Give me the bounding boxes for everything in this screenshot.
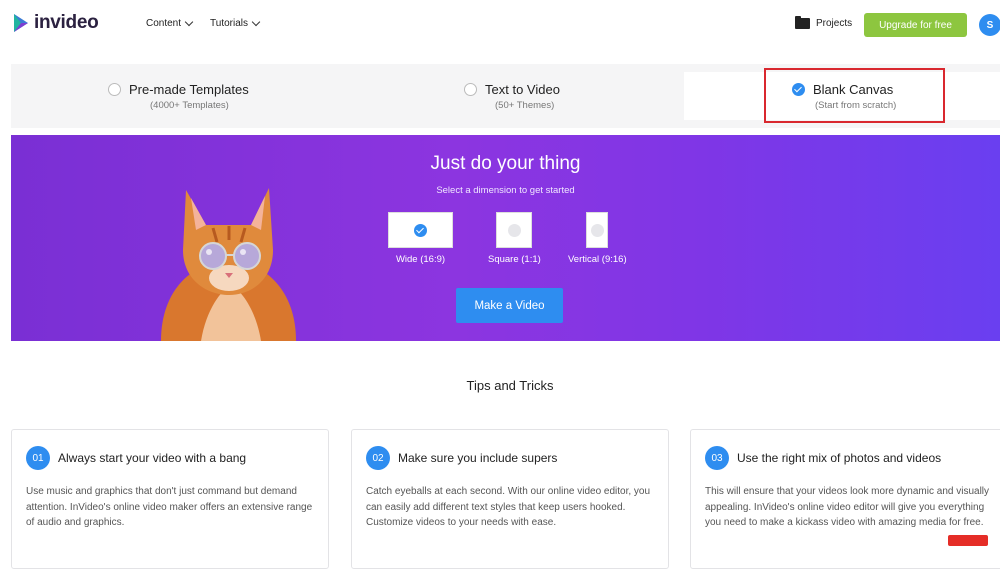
radio-icon[interactable] bbox=[108, 82, 121, 96]
dimension-vertical[interactable]: Vertical (9:16) bbox=[568, 212, 627, 265]
mode-premade-templates[interactable]: Pre-made Templates (4000+ Templates) bbox=[108, 64, 249, 128]
tips-title: Tips and Tricks bbox=[466, 378, 554, 393]
mode-subtitle: (4000+ Templates) bbox=[150, 99, 229, 111]
tip-card: 03 Use the right mix of photos and video… bbox=[690, 429, 1000, 569]
mode-text-to-video[interactable]: Text to Video (50+ Themes) bbox=[464, 64, 560, 128]
invideo-logo-icon bbox=[12, 12, 30, 34]
dimension-wide-box[interactable] bbox=[388, 212, 453, 248]
nav-content-label: Content bbox=[146, 18, 182, 29]
radio-icon bbox=[507, 223, 521, 237]
selection-highlight bbox=[764, 68, 945, 123]
mode-title: Text to Video bbox=[485, 81, 560, 97]
tip-body: Use music and graphics that don't just c… bbox=[26, 486, 313, 528]
mode-title: Pre-made Templates bbox=[129, 81, 249, 97]
user-avatar[interactable]: S bbox=[979, 14, 1000, 36]
check-icon bbox=[414, 223, 427, 237]
tip-card: 02 Make sure you include supers Catch ey… bbox=[351, 429, 669, 569]
cat-with-sunglasses-illustration bbox=[151, 180, 301, 341]
logo-text: invideo bbox=[34, 12, 99, 33]
radio-icon bbox=[590, 223, 604, 237]
top-navbar: invideo Content Tutorials Projects Upgra… bbox=[0, 0, 1000, 50]
projects-link[interactable]: Projects bbox=[795, 16, 853, 29]
subscribe-badge-icon[interactable] bbox=[948, 535, 988, 546]
make-video-button[interactable]: Make a Video bbox=[456, 288, 563, 323]
hero-banner: Just do your thing Select a dimension to… bbox=[11, 135, 1000, 341]
chevron-down-icon bbox=[251, 17, 261, 26]
tip-title: Use the right mix of photos and videos bbox=[737, 451, 942, 465]
folder-icon bbox=[795, 16, 810, 29]
hero-subtitle: Select a dimension to get started bbox=[436, 185, 575, 196]
dimension-label: Vertical (9:16) bbox=[568, 254, 627, 265]
tip-title: Make sure you include supers bbox=[398, 451, 558, 465]
dimension-square[interactable]: Square (1:1) bbox=[488, 212, 541, 265]
nav-tutorials-label: Tutorials bbox=[210, 18, 249, 29]
dimension-square-box[interactable] bbox=[496, 212, 533, 248]
dimension-label: Square (1:1) bbox=[488, 254, 541, 265]
dimension-vertical-box[interactable] bbox=[586, 212, 609, 248]
nav-tutorials-menu[interactable]: Tutorials bbox=[210, 17, 261, 29]
chevron-down-icon bbox=[184, 17, 194, 26]
upgrade-button[interactable]: Upgrade for free bbox=[864, 13, 967, 37]
nav-menu: Content Tutorials bbox=[146, 17, 261, 29]
tip-number-badge: 02 bbox=[366, 446, 390, 470]
tip-body: This will ensure that your videos look m… bbox=[705, 486, 990, 528]
invideo-logo[interactable]: invideo bbox=[12, 12, 99, 34]
tip-number-badge: 03 bbox=[705, 446, 729, 470]
hero-title: Just do your thing bbox=[430, 153, 581, 174]
dimension-label: Wide (16:9) bbox=[395, 254, 446, 265]
tip-card: 01 Always start your video with a bang U… bbox=[11, 429, 329, 569]
tip-number-badge: 01 bbox=[26, 446, 50, 470]
tip-title: Always start your video with a bang bbox=[58, 451, 247, 465]
mode-subtitle: (50+ Themes) bbox=[495, 99, 555, 111]
nav-content-menu[interactable]: Content bbox=[146, 17, 194, 29]
projects-label: Projects bbox=[816, 18, 853, 29]
tip-body: Catch eyeballs at each second. With our … bbox=[366, 486, 651, 528]
dimension-wide[interactable]: Wide (16:9) bbox=[388, 212, 453, 265]
radio-icon[interactable] bbox=[464, 82, 477, 96]
